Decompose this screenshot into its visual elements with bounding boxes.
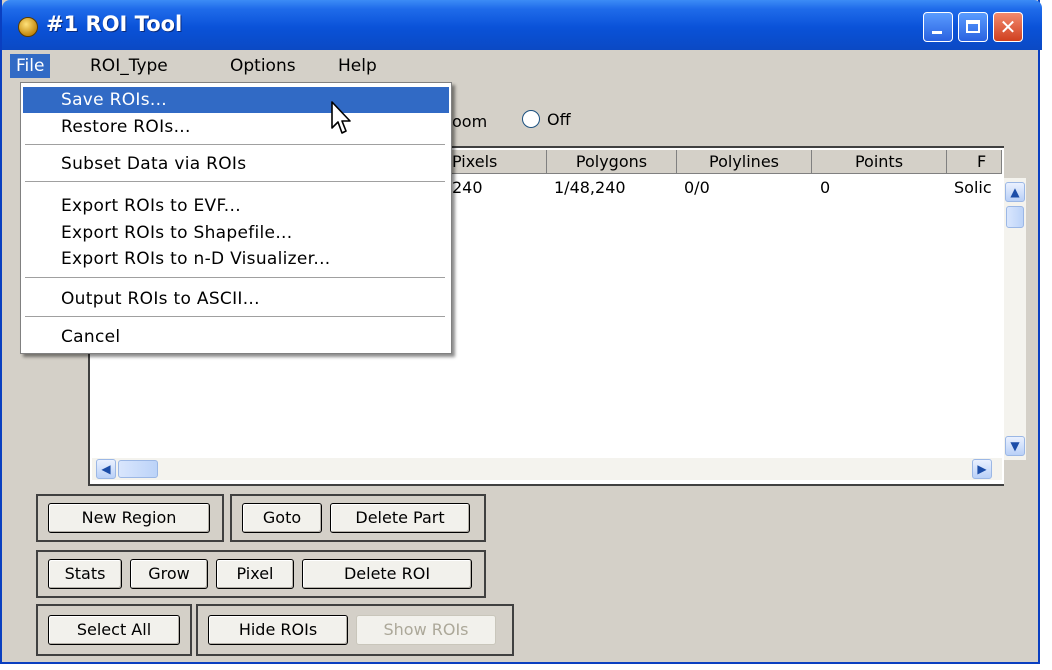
menu-roi-type[interactable]: ROI_Type — [84, 54, 174, 78]
hide-rois-button[interactable]: Hide ROIs — [208, 615, 348, 645]
menu-options[interactable]: Options — [224, 54, 302, 78]
menu-item-cancel[interactable]: Cancel — [23, 324, 449, 350]
title-bar[interactable]: #1 ROI Tool ✕ — [2, 0, 1042, 50]
menu-item-export-evf[interactable]: Export ROIs to EVF... — [23, 193, 449, 219]
column-header-polylines[interactable]: Polylines — [677, 150, 812, 174]
button-group-goto: Goto Delete Part — [230, 494, 486, 542]
cell-pixels[interactable]: 240 — [452, 177, 483, 199]
button-group-stats: Stats Grow Pixel Delete ROI — [36, 550, 486, 598]
scroll-down-icon[interactable]: ▼ — [1005, 436, 1025, 456]
off-radio[interactable] — [522, 110, 540, 128]
minimize-button[interactable] — [923, 12, 953, 42]
column-header-polygons[interactable]: Polygons — [547, 150, 677, 174]
close-icon: ✕ — [999, 15, 1017, 39]
menu-help[interactable]: Help — [332, 54, 383, 78]
column-header-pixels[interactable]: Pixels — [452, 150, 547, 174]
button-group-select: Select All — [36, 604, 192, 656]
menu-item-restore-rois[interactable]: Restore ROIs... — [23, 114, 449, 140]
maximize-button[interactable] — [958, 12, 988, 42]
menu-separator — [25, 181, 445, 183]
column-header-fill[interactable]: F — [947, 150, 1002, 174]
cell-points[interactable]: 0 — [820, 177, 830, 199]
menu-file[interactable]: File — [10, 54, 51, 78]
vertical-scroll-thumb[interactable] — [1006, 206, 1024, 228]
mouse-pointer-icon — [331, 101, 351, 134]
minimize-icon — [932, 31, 942, 34]
maximize-icon — [966, 20, 980, 33]
menu-separator — [25, 277, 445, 279]
file-dropdown-menu: Save ROIs... Restore ROIs... Subset Data… — [20, 82, 452, 354]
new-region-button[interactable]: New Region — [48, 503, 210, 533]
cell-fill[interactable]: Solic — [954, 177, 992, 199]
menu-item-output-ascii[interactable]: Output ROIs to ASCII... — [23, 286, 449, 312]
menu-bar: File ROI_Type Options Help — [2, 50, 1038, 80]
grow-button[interactable]: Grow — [130, 559, 208, 589]
pixel-button[interactable]: Pixel — [216, 559, 294, 589]
delete-roi-button[interactable]: Delete ROI — [302, 559, 472, 589]
close-button[interactable]: ✕ — [993, 12, 1023, 42]
menu-separator — [25, 316, 445, 318]
roi-tool-icon — [18, 17, 38, 37]
scroll-left-icon[interactable]: ◀ — [96, 459, 116, 479]
vertical-scrollbar[interactable]: ▲ ▼ — [1004, 178, 1026, 460]
menu-item-save-rois[interactable]: Save ROIs... — [23, 87, 449, 113]
select-all-button[interactable]: Select All — [48, 615, 180, 645]
menu-item-subset-data[interactable]: Subset Data via ROIs — [23, 151, 449, 177]
menu-item-export-shapefile[interactable]: Export ROIs to Shapefile... — [23, 220, 449, 246]
stats-button[interactable]: Stats — [48, 559, 122, 589]
window-zoom-option-label: oom — [452, 112, 488, 131]
goto-button[interactable]: Goto — [242, 503, 322, 533]
menu-item-export-nd-visualizer[interactable]: Export ROIs to n-D Visualizer... — [23, 246, 449, 272]
cell-polylines[interactable]: 0/0 — [684, 177, 710, 199]
off-radio-label[interactable]: Off — [547, 110, 571, 129]
scroll-right-icon[interactable]: ▶ — [972, 459, 992, 479]
cell-polygons[interactable]: 1/48,240 — [554, 177, 626, 199]
button-group-new: New Region — [36, 494, 224, 542]
button-group-visibility: Hide ROIs Show ROIs — [196, 604, 514, 656]
horizontal-scrollbar[interactable]: ◀ ▶ — [92, 458, 1002, 480]
scroll-up-icon[interactable]: ▲ — [1005, 182, 1025, 202]
show-rois-button: Show ROIs — [356, 615, 496, 645]
menu-separator — [25, 144, 445, 146]
column-header-points[interactable]: Points — [812, 150, 947, 174]
horizontal-scroll-thumb[interactable] — [118, 460, 158, 478]
window-title: #1 ROI Tool — [46, 12, 183, 36]
delete-part-button[interactable]: Delete Part — [330, 503, 470, 533]
